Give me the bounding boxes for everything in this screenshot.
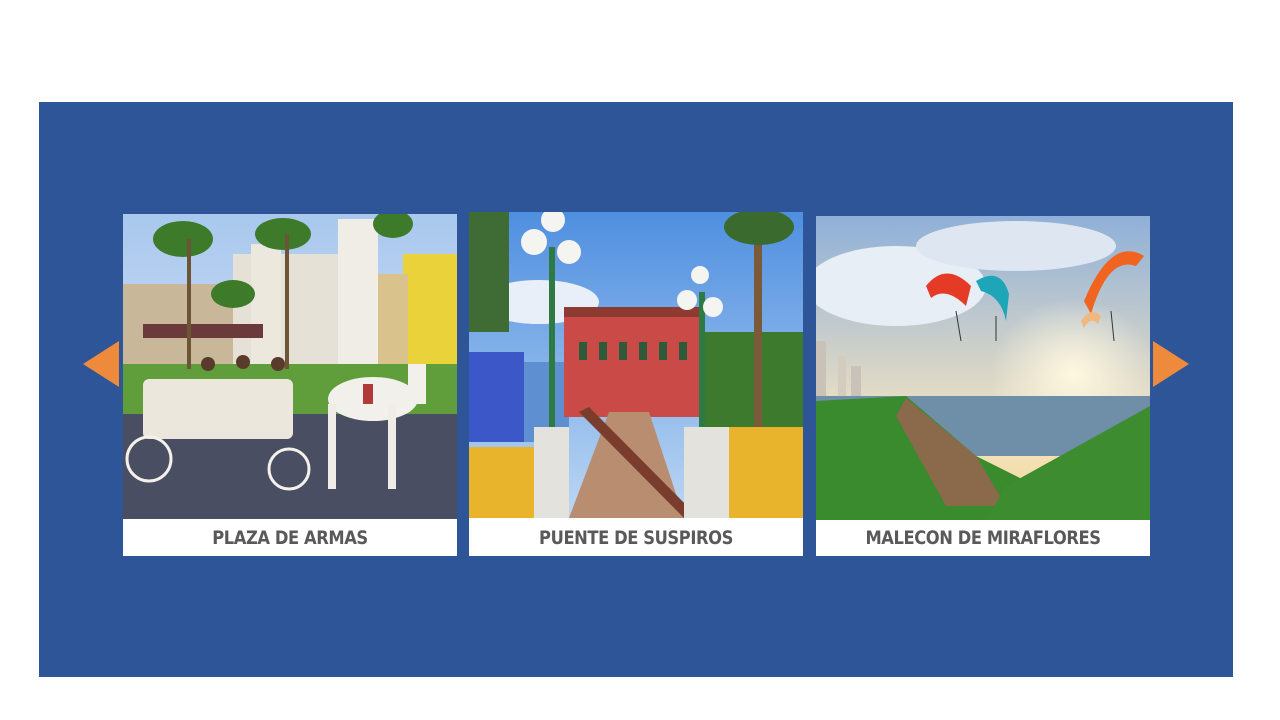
carousel-card-plaza-de-armas[interactable]: PLAZA DE ARMAS xyxy=(123,214,457,556)
carousel-next-arrow-icon[interactable] xyxy=(1153,341,1189,387)
malecon-de-miraflores-photo xyxy=(816,216,1150,520)
carousel-prev-arrow-icon[interactable] xyxy=(83,341,119,387)
card-caption: PLAZA DE ARMAS xyxy=(212,527,368,549)
carousel-card-puente-de-suspiros[interactable]: PUENTE DE SUSPIROS xyxy=(469,212,803,556)
puente-de-suspiros-photo xyxy=(469,212,803,518)
plaza-de-armas-photo xyxy=(123,214,457,519)
carousel-card-malecon-de-miraflores[interactable]: MALECON DE MIRAFLORES xyxy=(816,216,1150,556)
card-caption: MALECON DE MIRAFLORES xyxy=(865,527,1101,549)
card-caption: PUENTE DE SUSPIROS xyxy=(539,527,733,549)
